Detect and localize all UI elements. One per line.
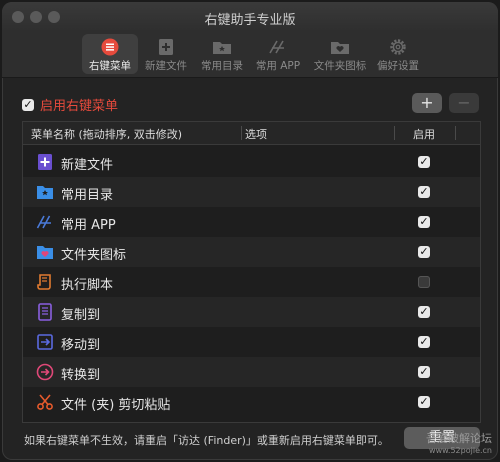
watermark-line2: www.52pojie.cn — [429, 446, 492, 455]
row-enabled-checkbox[interactable]: ✓ — [418, 396, 430, 408]
app-window: 右键助手专业版 右键菜单 新建文件 常用目录 常用 APP 文件夹图标 偏好设置… — [2, 2, 498, 460]
row-enabled-checkbox[interactable]: ✓ — [418, 156, 430, 168]
scissors-icon — [37, 394, 53, 410]
copy-icon — [38, 303, 52, 321]
folder-heart-icon — [331, 42, 349, 54]
folder-icon — [37, 186, 53, 199]
script-icon — [37, 274, 51, 290]
tab-common-folders[interactable]: 常用目录 — [194, 34, 250, 74]
table-row[interactable]: 常用 APP ✓ — [23, 207, 480, 237]
table-row[interactable]: 执行脚本 — [23, 267, 480, 297]
row-label: 新建文件 — [61, 158, 114, 173]
row-label: 常用 APP — [61, 218, 116, 233]
title-bar: 右键助手专业版 — [2, 2, 498, 32]
menu-table: 菜单名称 (拖动排序, 双击修改) 选项 启用 新建文件 ✓ 常用目录 ✓ 常用… — [22, 121, 481, 423]
tab-label: 常用目录 — [201, 60, 243, 72]
row-enabled-checkbox[interactable]: ✓ — [418, 186, 430, 198]
window-title: 右键助手专业版 — [204, 13, 296, 28]
watermark: 吾爱破解论坛 www.52pojie.cn — [426, 433, 492, 457]
watermark-line1: 吾爱破解论坛 — [426, 432, 492, 445]
row-enabled-checkbox[interactable]: ✓ — [418, 306, 430, 318]
tab-label: 偏好设置 — [377, 60, 419, 72]
row-enabled-checkbox[interactable]: ✓ — [418, 366, 430, 378]
tab-label: 文件夹图标 — [313, 60, 367, 72]
hint-text: 如果右键菜单不生效，请重启「访达 (Finder)」或重新启用右键菜单即可。 — [24, 434, 389, 447]
app-icon — [269, 40, 284, 54]
folder-heart-icon — [37, 246, 53, 259]
tab-folder-icons[interactable]: 文件夹图标 — [310, 34, 370, 74]
row-label: 复制到 — [61, 308, 101, 323]
remove-button[interactable]: − — [449, 93, 479, 113]
column-divider — [394, 126, 395, 140]
move-icon — [37, 334, 53, 350]
folder-icon — [213, 42, 231, 54]
column-divider — [455, 126, 456, 140]
table-row[interactable]: 常用目录 ✓ — [23, 177, 480, 207]
tab-common-apps[interactable]: 常用 APP — [250, 34, 306, 74]
enable-menu-label: 启用右键菜单 — [40, 99, 119, 114]
table-row[interactable]: 转换到 ✓ — [23, 357, 480, 387]
row-label: 常用目录 — [61, 188, 114, 203]
enable-menu-toggle[interactable]: ✓ 启用右键菜单 — [22, 94, 119, 114]
row-enabled-checkbox[interactable]: ✓ — [418, 336, 430, 348]
convert-icon — [36, 363, 54, 381]
new-file-icon — [38, 154, 52, 170]
gear-icon — [390, 39, 406, 55]
table-header: 菜单名称 (拖动排序, 双击修改) 选项 启用 — [23, 122, 480, 145]
add-button[interactable]: + — [412, 93, 442, 113]
column-header-name[interactable]: 菜单名称 (拖动排序, 双击修改) — [31, 126, 182, 142]
table-row[interactable]: 移动到 ✓ — [23, 327, 480, 357]
row-label: 文件 (夹) 剪切粘贴 — [61, 398, 171, 413]
row-label: 文件夹图标 — [61, 248, 127, 263]
row-label: 移动到 — [61, 338, 101, 353]
column-divider — [241, 126, 242, 140]
tab-right-click-menu[interactable]: 右键菜单 — [82, 34, 138, 74]
row-enabled-checkbox[interactable]: ✓ — [418, 246, 430, 258]
table-row[interactable]: 新建文件 ✓ — [23, 147, 480, 177]
tab-label: 右键菜单 — [89, 60, 131, 72]
row-enabled-checkbox[interactable] — [418, 276, 430, 288]
row-enabled-checkbox[interactable]: ✓ — [418, 216, 430, 228]
tab-new-file[interactable]: 新建文件 — [138, 34, 194, 74]
table-row[interactable]: 文件夹图标 ✓ — [23, 237, 480, 267]
column-header-options[interactable]: 选项 — [245, 126, 267, 142]
menu-list-icon — [101, 38, 119, 56]
tab-label: 常用 APP — [255, 60, 301, 72]
tab-preferences[interactable]: 偏好设置 — [370, 34, 426, 74]
column-header-enabled[interactable]: 启用 — [413, 126, 435, 142]
table-row[interactable]: 复制到 ✓ — [23, 297, 480, 327]
table-row[interactable]: 文件 (夹) 剪切粘贴 ✓ — [23, 387, 480, 417]
app-icon — [36, 215, 51, 229]
row-label: 转换到 — [61, 368, 101, 383]
enable-menu-checkbox[interactable]: ✓ — [22, 98, 34, 111]
new-file-icon — [159, 39, 173, 55]
row-label: 执行脚本 — [61, 278, 114, 293]
tab-label: 新建文件 — [145, 60, 187, 72]
toolbar: 右键菜单 新建文件 常用目录 常用 APP 文件夹图标 偏好设置 — [2, 32, 498, 78]
